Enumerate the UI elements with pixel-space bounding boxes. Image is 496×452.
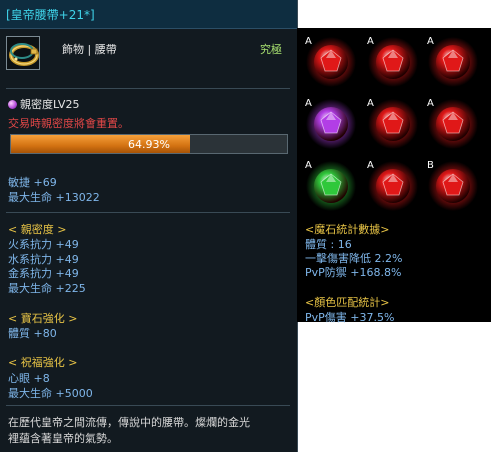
gem-grade-label: A <box>305 36 312 47</box>
gem-stats-header: <魔石統計數據> <box>305 223 390 236</box>
affinity-section-header: < 親密度 > <box>8 223 67 236</box>
affinity-gem-icon <box>8 100 17 109</box>
gem-grade-label: A <box>305 160 312 171</box>
bless-stat-line: 心眼 +8 <box>8 372 50 385</box>
gem-slots-panel: AAAAAAAAB <魔石統計數據> 體質 : 16 一擊傷害降低 2.2% P… <box>297 28 491 324</box>
red-gem-icon[interactable]: A <box>305 36 357 88</box>
gem-enhance-stat-line: 體質 +80 <box>8 327 57 340</box>
tooltip-title-bar: [皇帝腰帶+21*] <box>0 0 297 29</box>
affinity-progress-bar: 64.93% <box>10 134 288 154</box>
affinity-stat-line: 最大生命 +225 <box>8 282 86 295</box>
affinity-stat-line: 火系抗力 +49 <box>8 238 79 251</box>
gem-grade-label: B <box>427 160 434 171</box>
gem-grade-label: A <box>367 36 374 47</box>
gem-grade-label: A <box>367 160 374 171</box>
affinity-stat-line: 金系抗力 +49 <box>8 267 79 280</box>
affinity-level: 親密度LV25 <box>8 96 79 112</box>
item-description-line: 裡蘊含著皇帝的氣勢。 <box>8 432 118 445</box>
affinity-progress-label: 64.93% <box>128 138 170 151</box>
red-gem-icon[interactable]: A <box>427 36 479 88</box>
gem-grade-label: A <box>427 36 434 47</box>
golden-belt-icon <box>6 36 40 70</box>
base-stat-line: 最大生命 +13022 <box>8 191 100 204</box>
item-tooltip: [皇帝腰帶+21*] 飾物 | 腰帶 究極 親密度LV25 交易時親密度將會重置… <box>0 0 298 452</box>
divider <box>6 212 290 213</box>
bless-stat-line: 最大生命 +5000 <box>8 387 93 400</box>
gem-grade-label: A <box>305 98 312 109</box>
red-gem-icon[interactable]: A <box>367 98 419 150</box>
trade-reset-warning: 交易時親密度將會重置。 <box>8 117 129 130</box>
gem-enhance-section-header: < 寶石強化 > <box>8 312 78 325</box>
divider <box>6 88 290 89</box>
gem-grade-label: A <box>367 98 374 109</box>
gem-stat-line: PvP防禦 +168.8% <box>305 266 402 279</box>
green-gem-icon[interactable]: A <box>305 160 357 212</box>
purple-gem-icon[interactable]: A <box>305 98 357 150</box>
bless-section-header: < 祝福強化 > <box>8 356 78 369</box>
item-category: 飾物 | 腰帶 <box>62 43 117 56</box>
red-gem-icon[interactable]: B <box>427 160 479 212</box>
base-stat-line: 敏捷 +69 <box>8 176 57 189</box>
red-gem-icon[interactable]: A <box>367 160 419 212</box>
item-rarity: 究極 <box>260 43 282 56</box>
divider <box>6 405 290 406</box>
color-match-stat-line: PvP傷害 +37.5% <box>305 311 395 324</box>
color-match-header: <顏色匹配統計> <box>305 296 390 309</box>
red-gem-icon[interactable]: A <box>427 98 479 150</box>
red-gem-icon[interactable]: A <box>367 36 419 88</box>
item-description-line: 在歷代皇帝之間流傳，傳說中的腰帶。燦爛的金光 <box>8 416 250 429</box>
gem-grade-label: A <box>427 98 434 109</box>
item-title: [皇帝腰帶+21*] <box>6 8 95 22</box>
affinity-level-label: 親密度LV25 <box>20 98 80 111</box>
